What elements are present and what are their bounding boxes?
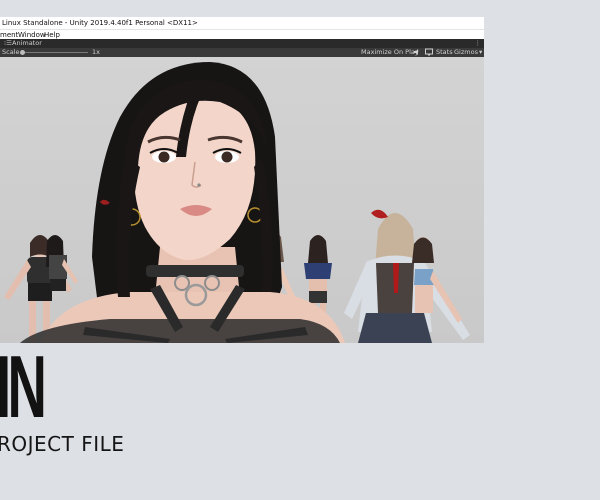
animator-icon: ⁝☰ [4,39,12,47]
game-view-toolbar: Scale 1x Maximize On Play Stats Gizmos ▾ [0,48,484,57]
scene-render [4,62,470,343]
game-viewport[interactable] [0,57,484,343]
scale-value: 1x [92,48,100,56]
scale-slider-handle[interactable] [20,49,25,55]
gizmos-dropdown-icon[interactable]: ▾ [479,48,482,57]
scale-label: Scale [2,48,20,56]
stats-button[interactable]: Stats [436,48,453,57]
scale-slider-track[interactable] [22,52,88,53]
big-heading-text: IN [0,342,47,428]
big-heading-letters: IN [0,342,60,428]
window-title: Linux Standalone - Unity 2019.4.40f1 Per… [2,19,198,27]
unity-editor-window: Linux Standalone - Unity 2019.4.40f1 Per… [0,17,484,343]
background-character-right-2 [412,237,462,323]
background-character-right-1 [344,209,470,343]
background-character-left-2 [46,235,78,291]
monitor-icon[interactable] [425,48,433,57]
main-character [20,62,345,343]
speaker-icon[interactable] [413,48,421,57]
window-titlebar: Linux Standalone - Unity 2019.4.40f1 Per… [0,17,484,29]
gizmos-button[interactable]: Gizmos [454,48,478,57]
tab-bar: ⁝☰ Animator ⋮ [0,39,484,48]
maximize-on-play-toggle[interactable]: Maximize On Play [361,48,419,57]
kebab-menu-icon[interactable]: ⋮ [475,39,482,48]
tab-animator[interactable]: Animator [12,39,42,48]
project-file-subtitle: ROJECT FILE [0,432,125,456]
